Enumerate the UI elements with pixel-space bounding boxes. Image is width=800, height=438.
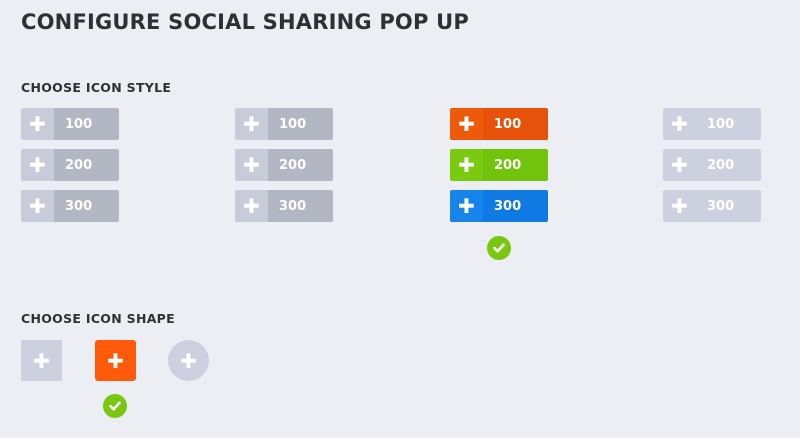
page-title: CONFIGURE SOCIAL SHARING POP UP — [21, 10, 469, 34]
share-count: 100 — [54, 108, 119, 140]
share-count: 200 — [54, 149, 119, 181]
share-count: 200 — [483, 149, 548, 181]
plus-icon: ✚ — [180, 348, 197, 373]
style-4-button-2[interactable]: ✚ 200 — [663, 149, 761, 181]
shape-rounded-option[interactable]: ✚ — [95, 340, 136, 381]
plus-icon: ✚ — [663, 108, 696, 140]
plus-icon: ✚ — [663, 190, 696, 222]
style-3-button-1[interactable]: ✚ 100 — [450, 108, 548, 140]
share-count: 300 — [268, 190, 333, 222]
style-4-button-1[interactable]: ✚ 100 — [663, 108, 761, 140]
plus-icon: ✚ — [235, 149, 268, 181]
icon-shape-heading: CHOOSE ICON SHAPE — [21, 311, 175, 326]
check-icon — [103, 394, 127, 418]
shape-square-option[interactable]: ✚ — [21, 340, 62, 381]
icon-style-option-2[interactable]: ✚ 100 ✚ 200 ✚ 300 — [235, 108, 333, 231]
plus-icon: ✚ — [235, 190, 268, 222]
plus-icon: ✚ — [33, 348, 50, 373]
share-count: 200 — [696, 149, 761, 181]
style-1-button-3[interactable]: ✚ 300 — [21, 190, 119, 222]
share-count: 100 — [268, 108, 333, 140]
check-icon — [487, 236, 511, 260]
style-1-button-2[interactable]: ✚ 200 — [21, 149, 119, 181]
plus-icon: ✚ — [21, 108, 54, 140]
style-2-button-1[interactable]: ✚ 100 — [235, 108, 333, 140]
plus-icon: ✚ — [107, 348, 124, 373]
plus-icon: ✚ — [21, 149, 54, 181]
plus-icon: ✚ — [663, 149, 696, 181]
share-count: 200 — [268, 149, 333, 181]
plus-icon: ✚ — [21, 190, 54, 222]
style-4-button-3[interactable]: ✚ 300 — [663, 190, 761, 222]
plus-icon: ✚ — [450, 149, 483, 181]
share-count: 300 — [54, 190, 119, 222]
icon-style-heading: CHOOSE ICON STYLE — [21, 80, 172, 95]
social-sharing-config-page: CONFIGURE SOCIAL SHARING POP UP CHOOSE I… — [0, 0, 800, 438]
style-3-button-2[interactable]: ✚ 200 — [450, 149, 548, 181]
share-count: 300 — [483, 190, 548, 222]
share-count: 300 — [696, 190, 761, 222]
share-count: 100 — [696, 108, 761, 140]
plus-icon: ✚ — [450, 190, 483, 222]
style-2-button-3[interactable]: ✚ 300 — [235, 190, 333, 222]
style-1-button-1[interactable]: ✚ 100 — [21, 108, 119, 140]
style-2-button-2[interactable]: ✚ 200 — [235, 149, 333, 181]
icon-style-option-1[interactable]: ✚ 100 ✚ 200 ✚ 300 — [21, 108, 119, 231]
share-count: 100 — [483, 108, 548, 140]
style-3-button-3[interactable]: ✚ 300 — [450, 190, 548, 222]
shape-circle-option[interactable]: ✚ — [168, 340, 209, 381]
icon-style-option-3[interactable]: ✚ 100 ✚ 200 ✚ 300 — [450, 108, 548, 231]
plus-icon: ✚ — [450, 108, 483, 140]
plus-icon: ✚ — [235, 108, 268, 140]
icon-style-option-4[interactable]: ✚ 100 ✚ 200 ✚ 300 — [663, 108, 761, 231]
